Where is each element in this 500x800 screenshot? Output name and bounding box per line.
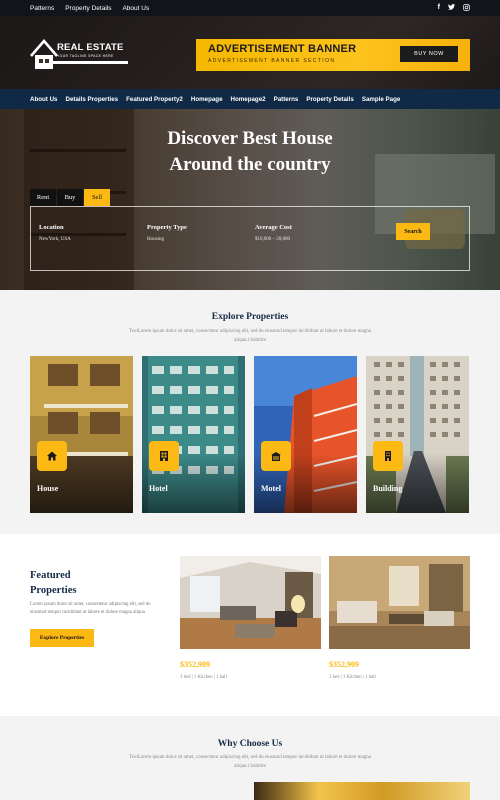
- property-price-1: $352,909: [180, 660, 210, 669]
- nav-item-details-properties[interactable]: Details Properties: [66, 96, 119, 103]
- property-card-motel[interactable]: Motel: [254, 356, 357, 513]
- property-type-field[interactable]: Property Type Housing: [147, 224, 187, 242]
- property-search-box: Location NewYork, USA Property Type Hous…: [30, 206, 470, 271]
- average-cost-value[interactable]: $10,000 – 20,000: [255, 237, 292, 242]
- average-cost-field[interactable]: Average Cost $10,000 – 20,000: [255, 224, 292, 242]
- property-price-2: $352,909: [329, 660, 359, 669]
- property-card-house[interactable]: House: [30, 356, 133, 513]
- card-label-motel: Motel: [261, 484, 281, 493]
- why-subtitle: TextLorem ipsum dolor sit amet, consecte…: [129, 755, 371, 769]
- card-label-hotel: Hotel: [149, 484, 168, 493]
- featured-text: Lorem ipsum dolor sit amet, consectetur …: [30, 602, 151, 615]
- nav-item-featured-property2[interactable]: Featured Property2: [126, 96, 183, 103]
- featured-properties-section: Featured Properties Lorem ipsum dolor si…: [0, 534, 500, 716]
- hotel-icon: [149, 441, 179, 471]
- property-meta-2: 3 bed | 1 Kitchen | 1 hall: [329, 675, 376, 680]
- property-type-label: Property Type: [147, 224, 187, 231]
- nav-item-patterns[interactable]: Patterns: [274, 96, 299, 103]
- top-link-property-details[interactable]: Property Details: [65, 5, 111, 12]
- why-choose-us-section: Why Choose Us TextLorem ipsum dolor sit …: [0, 716, 500, 800]
- social-links: f: [438, 4, 470, 13]
- card-label-building: Building: [373, 484, 403, 493]
- average-cost-label: Average Cost: [255, 224, 292, 231]
- building-icon: [373, 441, 403, 471]
- hero-title-line1: Discover Best House: [167, 128, 333, 149]
- instagram-icon[interactable]: [463, 3, 470, 13]
- home-icon: [37, 441, 67, 471]
- hero-section: Discover Best House Around the country R…: [0, 109, 500, 290]
- logo-title: REAL ESTATE: [57, 42, 124, 53]
- nav-item-sample-page[interactable]: Sample Page: [362, 96, 401, 103]
- property-meta-1: 3 bed | 1 Kitchen | 1 hall: [180, 675, 227, 680]
- featured-title: Featured Properties: [30, 568, 76, 598]
- hero-title: Discover Best House Around the country: [0, 126, 500, 178]
- nav-item-homepage[interactable]: Homepage: [191, 96, 223, 103]
- property-card-hotel[interactable]: Hotel: [142, 356, 245, 513]
- top-links: Patterns Property Details About Us: [30, 5, 149, 12]
- why-title: Why Choose Us: [217, 739, 283, 749]
- explore-properties-section: Explore Properties TextLorem ipsum dolor…: [0, 290, 500, 534]
- featured-title-line2: Properties: [30, 585, 77, 596]
- search-tabs: Rent Buy Sell: [30, 189, 111, 206]
- property-card-building[interactable]: Building: [366, 356, 469, 513]
- location-label: Location: [39, 224, 64, 231]
- nav-item-about-us[interactable]: About Us: [30, 96, 58, 103]
- facebook-icon[interactable]: f: [438, 4, 440, 13]
- motel-icon: [261, 441, 291, 471]
- property-type-value[interactable]: Housing: [147, 237, 187, 242]
- explore-subtitle: TextLorem ipsum dolor sit amet, consecte…: [129, 329, 371, 343]
- logo-underline: [52, 61, 128, 64]
- property-image-2[interactable]: [329, 556, 470, 649]
- hero-title-line2: Around the country: [169, 154, 331, 175]
- tab-rent[interactable]: Rent: [30, 189, 56, 206]
- search-button[interactable]: Search: [396, 223, 430, 240]
- tab-sell[interactable]: Sell: [84, 189, 110, 206]
- featured-title-line1: Featured: [30, 570, 71, 581]
- nav-item-property-details[interactable]: Property Details: [306, 96, 353, 103]
- lounge-photo: [329, 556, 470, 649]
- location-field[interactable]: Location NewYork, USA: [39, 224, 71, 242]
- house-logo-icon: [30, 39, 58, 69]
- living-room-photo: [180, 556, 321, 649]
- top-link-patterns[interactable]: Patterns: [30, 5, 54, 12]
- ad-subtitle: ADVERTISEMENT BANNER SECTION: [208, 58, 336, 64]
- advertisement-banner[interactable]: ADVERTISEMENT BANNER ADVERTISEMENT BANNE…: [196, 39, 470, 71]
- top-bar: Patterns Property Details About Us f: [0, 0, 500, 16]
- why-choose-us-image: [254, 782, 470, 800]
- buy-now-button[interactable]: BUY NOW: [400, 46, 458, 62]
- location-value[interactable]: NewYork, USA: [39, 237, 71, 242]
- explore-properties-button[interactable]: Explore Properties: [30, 629, 94, 647]
- ad-title: ADVERTISEMENT BANNER: [208, 43, 357, 55]
- logo-tagline: YOUR TAGLINE SPACE HERE: [57, 54, 114, 58]
- main-nav: About Us Details Properties Featured Pro…: [0, 89, 500, 109]
- card-label-house: House: [37, 484, 59, 493]
- nav-item-homepage2[interactable]: Homepage2: [231, 96, 266, 103]
- explore-title: Explore Properties: [211, 312, 289, 322]
- tab-buy[interactable]: Buy: [57, 189, 83, 206]
- site-logo[interactable]: REAL ESTATE YOUR TAGLINE SPACE HERE: [30, 36, 128, 70]
- top-link-about-us[interactable]: About Us: [122, 5, 149, 12]
- property-image-1[interactable]: [180, 556, 321, 649]
- twitter-icon[interactable]: [448, 3, 455, 13]
- site-header: REAL ESTATE YOUR TAGLINE SPACE HERE ADVE…: [0, 16, 500, 89]
